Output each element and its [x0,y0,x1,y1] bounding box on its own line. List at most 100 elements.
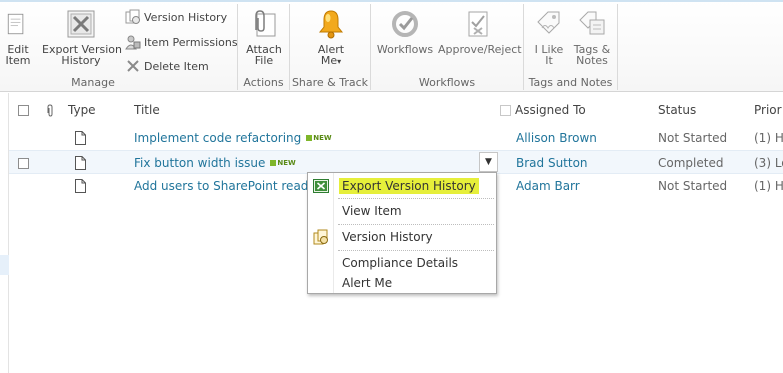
column-header-assigned-to[interactable]: Assigned To [500,98,586,122]
share-track-group-label: Share & Track [291,76,369,89]
left-navigation-edge [0,93,9,373]
version-history-icon [125,9,140,24]
edit-item-button[interactable]: Edit Item [3,8,33,66]
approve-reject-button[interactable]: Approve/Reject [438,8,522,56]
tags-notes-group-label: Tags and Notes [528,76,613,89]
column-header-title[interactable]: Title [134,98,160,122]
new-badge: NEW [306,134,332,142]
approve-reject-label: Approve/Reject [438,43,522,56]
i-like-it-label-line2: It [545,54,553,67]
menu-item-alert-me[interactable]: Alert Me [309,272,495,294]
new-badge: NEW [270,159,296,167]
priority-cell: (1) H [754,131,783,145]
excel-icon [313,179,329,193]
menu-item-label: Version History [342,230,433,244]
item-permissions-label: Item Permissions [144,35,238,49]
item-permissions-icon [125,35,141,50]
left-navigation-selected-edge [0,255,9,275]
column-header-priority[interactable]: Prior [754,98,782,122]
bell-icon [318,10,344,39]
item-title-link[interactable]: Fix button width issue [134,156,265,170]
menu-item-version-history[interactable]: Version History [309,226,495,248]
menu-item-view-item[interactable]: View Item [309,200,495,222]
attach-file-button[interactable]: Attach File [246,8,282,66]
item-title-link[interactable]: Implement code refactoring [134,131,301,145]
menu-item-label: View Item [342,204,402,218]
tags-notes-label-line2: Notes [576,54,608,67]
new-badge-icon [270,160,277,166]
select-all-checkbox[interactable] [18,104,29,116]
attach-file-label-line2: File [254,54,274,67]
chevron-down-icon: ▼ [485,157,492,167]
column-header-status[interactable]: Status [658,98,696,122]
alert-me-button[interactable]: Alert Me▾ [314,8,348,67]
excel-export-icon [67,10,95,38]
alert-me-label-text: Me [320,54,338,67]
assigned-to-link[interactable]: Brad Sutton [516,151,588,175]
new-badge-text: NEW [277,159,296,167]
attachments-column-header[interactable] [46,98,55,122]
assigned-to-link[interactable]: Adam Barr [516,174,580,198]
title-cell: Fix button width issue NEW [134,151,296,175]
row-checkbox-cell[interactable] [18,151,29,175]
document-icon [75,156,86,170]
delete-item-button[interactable]: Delete Item [125,57,209,75]
ribbon: Edit Item Export Version History Version… [0,0,783,92]
paperclip-icon [255,10,276,37]
ribbon-top-border [0,0,783,2]
tag-icon [537,11,560,34]
menu-separator [338,250,494,251]
menu-item-label: Compliance Details [342,256,459,270]
dropdown-caret-icon: ▾ [337,57,342,66]
select-all-checkbox-cell[interactable] [18,98,29,122]
new-badge-text: NEW [313,134,332,142]
row-checkbox[interactable] [18,157,29,169]
title-cell: Add users to SharePoint reade [134,174,316,198]
approve-reject-icon [468,11,488,37]
share-track-group: Alert Me▾ Share & Track [290,4,371,90]
sharepoint-list-view: Edit Item Export Version History Version… [0,0,783,373]
table-row-selected[interactable]: Fix button width issue NEW ▼ Brad Sutton… [9,150,783,174]
table-row[interactable]: Implement code refactoring NEW Allison B… [9,126,783,150]
document-icon [75,131,86,145]
actions-group: Attach File Actions [238,4,290,90]
menu-separator [338,224,494,225]
delete-icon [127,60,139,72]
menu-item-label: Alert Me [342,276,393,290]
item-permissions-button[interactable]: Item Permissions [125,33,238,51]
i-like-it-button[interactable]: I Like It [532,8,566,66]
workflows-group: Workflows Approve/Reject Workflows [371,4,524,90]
actions-group-label: Actions [243,76,284,89]
workflows-icon [392,11,418,37]
delete-item-label: Delete Item [144,59,209,73]
assigned-to-header-label: Assigned To [515,103,586,117]
menu-item-label: Export Version History [339,178,479,194]
assigned-to-link[interactable]: Allison Brown [516,126,597,150]
version-history-button[interactable]: Version History [125,8,227,26]
export-version-history-label-line2: History [61,54,101,67]
edit-item-icon [7,13,24,35]
priority-cell: (3) Lo [754,156,783,170]
workflows-button[interactable]: Workflows [376,8,434,55]
manage-group-label: Manage [71,76,115,89]
workflows-label: Workflows [376,43,434,56]
export-version-history-button[interactable]: Export Version History [42,8,122,67]
item-menu-dropdown-button[interactable]: ▼ [479,152,498,172]
paperclip-icon [47,103,53,117]
assigned-to-filter-box [500,104,511,116]
column-header-type[interactable]: Type [68,98,96,122]
status-cell: Not Started [658,179,728,193]
document-icon-cell [75,174,86,198]
tags-notes-button[interactable]: Tags & Notes [572,8,612,66]
menu-item-compliance-details[interactable]: Compliance Details [309,252,495,274]
workflows-group-label: Workflows [418,76,476,89]
menu-item-export-version-history[interactable]: Export Version History [309,175,495,197]
title-cell: Implement code refactoring NEW [134,126,332,150]
document-icon-cell [75,126,86,150]
alert-me-label-line2: Me▾ [314,55,348,67]
document-icon-cell [75,151,86,175]
item-context-menu: Export Version History View Item Version… [307,172,497,294]
document-icon [75,179,86,193]
tags-notes-icon [579,11,605,35]
item-title-link[interactable]: Add users to SharePoint reade [134,179,316,193]
